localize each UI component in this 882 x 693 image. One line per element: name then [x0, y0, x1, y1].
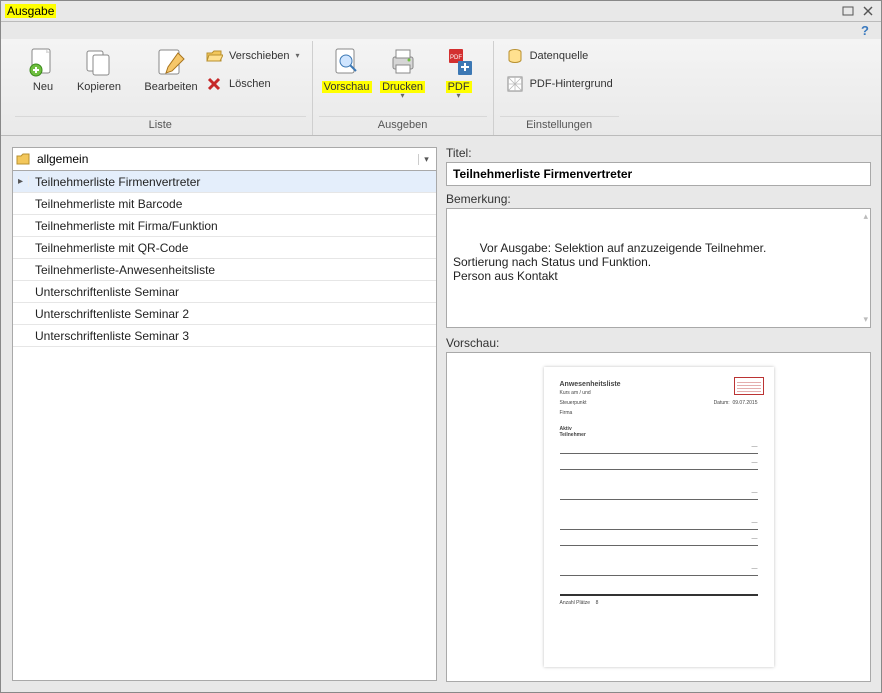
loeschen-button[interactable]: Löschen	[205, 73, 300, 95]
preview-document: Anwesenheitsliste Kurs am / und Steuerpu…	[544, 367, 774, 667]
right-pane: Titel: Bemerkung: ▴ Vor Ausgabe: Selekti…	[446, 146, 871, 682]
group-title-ausgeben: Ausgeben	[319, 116, 487, 135]
vorschau-button[interactable]: Vorschau	[319, 41, 375, 97]
ribbon-group-ausgeben: Vorschau Drucken ▾ PDF PDF ▾ Ausg	[313, 41, 494, 136]
neu-button[interactable]: Neu	[15, 41, 71, 97]
chevron-down-icon: ▾	[401, 93, 405, 99]
preview-panel: Anwesenheitsliste Kurs am / und Steuerpu…	[446, 352, 871, 682]
bearbeiten-button[interactable]: Bearbeiten	[143, 41, 199, 97]
edit-icon	[154, 45, 188, 79]
list-item[interactable]: Unterschriftenliste Seminar 2	[13, 303, 436, 325]
help-row: ?	[1, 22, 881, 39]
drucken-button[interactable]: Drucken ▾	[375, 41, 431, 103]
datasource-icon	[506, 47, 524, 65]
left-pane: allgemein ▾ Teilnehmerliste Firmenvertre…	[11, 146, 438, 682]
group-title-liste: Liste	[15, 116, 306, 135]
list-item[interactable]: Teilnehmerliste-Anwesenheitsliste	[13, 259, 436, 281]
scroll-up-icon: ▴	[863, 211, 868, 222]
window-title: Ausgabe	[5, 4, 56, 18]
pdf-background-icon	[506, 75, 524, 93]
pdf-hintergrund-button[interactable]: PDF-Hintergrund	[506, 73, 613, 95]
close-button[interactable]	[859, 3, 877, 19]
new-icon	[26, 45, 60, 79]
content-area: allgemein ▾ Teilnehmerliste Firmenvertre…	[1, 136, 881, 692]
chevron-down-icon: ▾	[296, 51, 300, 60]
svg-text:PDF: PDF	[450, 55, 462, 61]
list-item[interactable]: Teilnehmerliste Firmenvertreter	[13, 171, 436, 193]
titel-input[interactable]	[446, 162, 871, 186]
group-title-einstellungen: Einstellungen	[500, 116, 619, 135]
title-bar: Ausgabe	[1, 1, 881, 22]
maximize-icon	[842, 6, 854, 16]
folder-icon	[15, 151, 31, 167]
folder-open-icon	[205, 47, 223, 65]
kopieren-button[interactable]: Kopieren	[71, 41, 127, 97]
chevron-down-icon: ▾	[457, 93, 461, 99]
close-icon	[863, 6, 873, 16]
help-button[interactable]: ?	[861, 23, 869, 38]
preview-icon	[330, 45, 364, 79]
category-combo[interactable]: allgemein ▾	[12, 147, 437, 171]
maximize-button[interactable]	[839, 3, 857, 19]
print-icon	[386, 45, 420, 79]
titel-label: Titel:	[446, 146, 871, 160]
list-item[interactable]: Teilnehmerliste mit Barcode	[13, 193, 436, 215]
copy-icon	[82, 45, 116, 79]
verschieben-button[interactable]: Verschieben ▾	[205, 45, 300, 67]
bemerkung-label: Bemerkung:	[446, 192, 871, 206]
template-list[interactable]: Teilnehmerliste Firmenvertreter Teilnehm…	[12, 171, 437, 681]
bemerkung-textarea[interactable]: ▴ Vor Ausgabe: Selektion auf anzuzeigend…	[446, 208, 871, 328]
ribbon-group-liste: Neu Kopieren Bearbeiten	[9, 41, 313, 136]
list-item[interactable]: Teilnehmerliste mit Firma/Funktion	[13, 215, 436, 237]
delete-icon	[205, 75, 223, 93]
list-item[interactable]: Teilnehmerliste mit QR-Code	[13, 237, 436, 259]
ribbon: Neu Kopieren Bearbeiten	[1, 39, 881, 137]
list-item[interactable]: Unterschriftenliste Seminar 3	[13, 325, 436, 347]
list-item[interactable]: Unterschriftenliste Seminar	[13, 281, 436, 303]
scroll-down-icon: ▾	[863, 314, 868, 325]
ribbon-group-einstellungen: Datenquelle PDF-Hintergrund Einstellunge…	[494, 41, 625, 136]
pdf-button[interactable]: PDF PDF ▾	[431, 41, 487, 103]
datenquelle-button[interactable]: Datenquelle	[506, 45, 613, 67]
pdf-icon: PDF	[442, 45, 476, 79]
vorschau-label: Vorschau:	[446, 336, 871, 350]
chevron-down-icon: ▾	[418, 154, 434, 165]
app-window: Ausgabe ? Neu	[0, 0, 882, 693]
stamp-icon	[734, 377, 764, 395]
